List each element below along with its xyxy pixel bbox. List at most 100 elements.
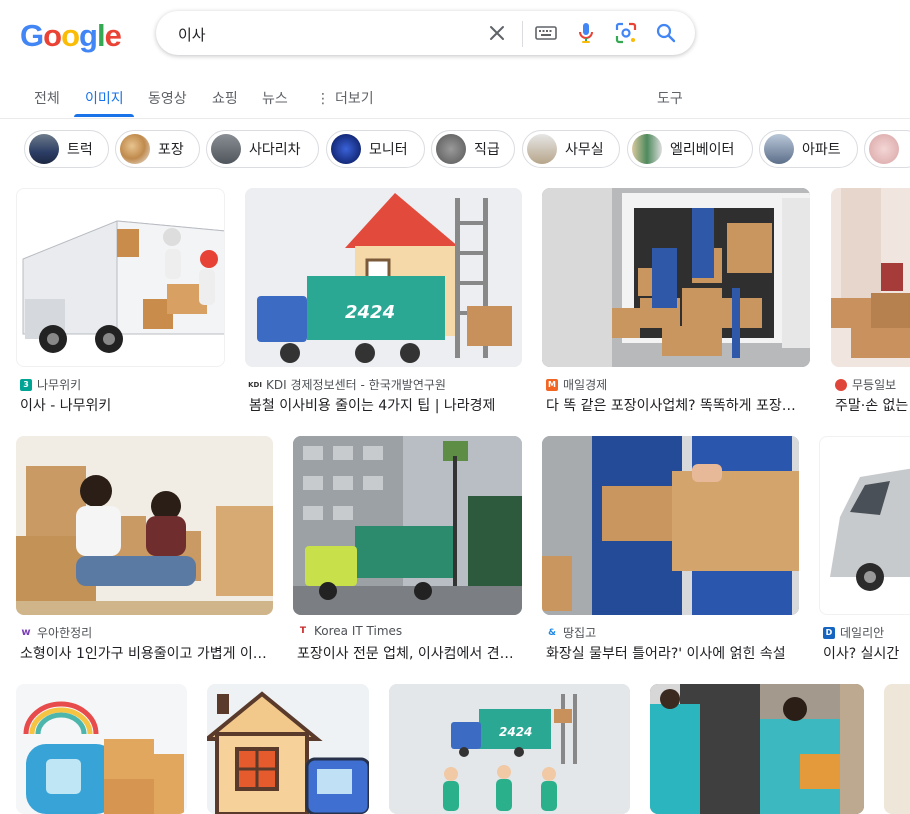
result-source-label: 무등일보 bbox=[852, 378, 897, 392]
chip-rank[interactable]: 직급 bbox=[431, 130, 515, 168]
chip-label: 엘리베이터 bbox=[670, 142, 735, 158]
more-vert-icon: ⋮ bbox=[316, 91, 330, 107]
chip-office[interactable]: 사무실 bbox=[522, 130, 620, 168]
dailian-favicon: D bbox=[823, 626, 835, 639]
image-result[interactable] bbox=[207, 684, 369, 814]
chip-thumbnail bbox=[211, 134, 241, 164]
truck-number: 2424 bbox=[345, 302, 395, 323]
result-title[interactable]: 소형이사 1인가구 비용줄이고 가볍게 이사하기 bbox=[20, 643, 272, 663]
tab-images[interactable]: 이미지 bbox=[85, 88, 124, 108]
image-result[interactable]: 3 나무위키 이사 - 나무위키 bbox=[16, 188, 225, 418]
chip-thumbnail bbox=[120, 134, 150, 164]
tab-shopping[interactable]: 쇼핑 bbox=[212, 88, 238, 108]
chip-thumbnail bbox=[436, 134, 466, 164]
result-thumbnail bbox=[16, 684, 187, 814]
result-title[interactable]: 포장이사 전문 업체, 이사컴에서 견적 비교 bbox=[297, 643, 522, 663]
result-title[interactable]: 다 똑 같은 포장이사업체? 똑똑하게 포장이사 bbox=[546, 395, 806, 415]
image-result[interactable]: w 우아한정리 소형이사 1인가구 비용줄이고 가볍게 이사하기 bbox=[16, 436, 273, 666]
result-thumbnail bbox=[207, 684, 369, 814]
keyboard-icon[interactable] bbox=[534, 21, 558, 45]
chip-label: 트럭 bbox=[67, 142, 93, 158]
image-result[interactable]: 2424 bbox=[389, 684, 630, 814]
image-result[interactable] bbox=[650, 684, 864, 814]
result-source: KDI KDI 경제정보센터 - 한국개발연구원 bbox=[248, 376, 446, 393]
result-title[interactable]: 이사 - 나무위키 bbox=[20, 395, 225, 415]
result-thumbnail bbox=[542, 188, 810, 367]
result-thumbnail bbox=[650, 684, 864, 814]
tab-more[interactable]: ⋮ 더보기 bbox=[316, 88, 374, 108]
logo-letter: G bbox=[20, 18, 44, 53]
tab-all[interactable]: 전체 bbox=[34, 88, 60, 108]
google-logo[interactable]: Google bbox=[20, 16, 122, 56]
image-result[interactable] bbox=[884, 684, 910, 814]
tools-button[interactable]: 도구 bbox=[657, 88, 683, 108]
result-source-label: 땅집고 bbox=[563, 626, 597, 640]
tab-videos[interactable]: 동영상 bbox=[148, 88, 187, 108]
result-title[interactable]: 주말·손 없는 bbox=[835, 395, 910, 415]
chip-ladder-truck[interactable]: 사다리차 bbox=[206, 130, 319, 168]
result-thumbnail bbox=[16, 436, 273, 615]
filter-chips: 트럭 포장 사다리차 모니터 직급 사무실 엘리베이터 아파트 bbox=[0, 130, 910, 170]
truck-number: 2424 bbox=[499, 725, 532, 739]
result-source-label: 나무위키 bbox=[37, 378, 82, 392]
koreait-favicon: T bbox=[297, 625, 309, 637]
search-tabs: 전체 이미지 동영상 쇼핑 뉴스 ⋮ 더보기 도구 bbox=[0, 80, 910, 119]
result-source: D 데일리안 bbox=[823, 624, 884, 641]
result-thumbnail: 2424 bbox=[245, 188, 522, 367]
result-thumbnail bbox=[819, 436, 910, 615]
image-result[interactable]: T Korea IT Times 포장이사 전문 업체, 이사컴에서 견적 비교 bbox=[293, 436, 522, 666]
chip-next[interactable] bbox=[864, 130, 910, 168]
image-result[interactable]: & 땅집고 화장실 물부터 틀어라?' 이사에 얽힌 속설 bbox=[542, 436, 799, 666]
chip-packing[interactable]: 포장 bbox=[115, 130, 200, 168]
mk-favicon: M bbox=[546, 378, 558, 391]
lens-icon[interactable] bbox=[614, 21, 638, 45]
logo-letter: o bbox=[61, 18, 80, 53]
search-box bbox=[156, 11, 695, 55]
result-title[interactable]: 이사? 실시간 bbox=[823, 643, 910, 663]
result-source-label: 데일리안 bbox=[840, 626, 885, 640]
image-result[interactable]: D 데일리안 이사? 실시간 bbox=[819, 436, 910, 666]
logo-letter: o bbox=[43, 18, 62, 53]
result-thumbnail: 2424 bbox=[389, 684, 630, 814]
result-source: w 우아한정리 bbox=[20, 624, 92, 641]
chip-apartment[interactable]: 아파트 bbox=[759, 130, 858, 168]
result-title[interactable]: 봄철 이사비용 줄이는 4가지 팁 | 나라경제 bbox=[249, 395, 517, 415]
logo-letter: l bbox=[96, 18, 106, 53]
chip-thumbnail bbox=[331, 134, 361, 164]
result-thumbnail bbox=[831, 188, 910, 367]
search-icon[interactable] bbox=[654, 21, 678, 45]
chip-thumbnail bbox=[527, 134, 557, 164]
chip-monitor[interactable]: 모니터 bbox=[326, 130, 425, 168]
image-result[interactable] bbox=[16, 684, 187, 814]
image-result[interactable]: 무등일보 주말·손 없는 bbox=[831, 188, 910, 418]
kdi-favicon: KDI bbox=[248, 378, 262, 391]
result-source: 무등일보 bbox=[835, 376, 896, 393]
result-thumbnail bbox=[542, 436, 799, 615]
search-divider bbox=[522, 21, 523, 47]
chip-thumbnail bbox=[869, 134, 899, 164]
chip-label: 모니터 bbox=[369, 142, 408, 158]
image-result[interactable]: M 매일경제 다 똑 같은 포장이사업체? 똑똑하게 포장이사 bbox=[542, 188, 810, 418]
close-icon[interactable] bbox=[485, 21, 509, 45]
wooah-favicon: w bbox=[20, 626, 32, 639]
logo-letter: e bbox=[104, 18, 122, 53]
tab-more-label: 더보기 bbox=[335, 91, 374, 107]
active-tab-indicator bbox=[74, 114, 134, 117]
result-source-label: Korea IT Times bbox=[314, 624, 403, 638]
result-source-label: 우아한정리 bbox=[37, 626, 93, 640]
result-source: & 땅집고 bbox=[546, 624, 596, 641]
chip-thumbnail bbox=[764, 134, 794, 164]
chip-truck[interactable]: 트럭 bbox=[24, 130, 109, 168]
chip-elevator[interactable]: 엘리베이터 bbox=[627, 130, 753, 168]
chip-thumbnail bbox=[29, 134, 59, 164]
result-title[interactable]: 화장실 물부터 틀어라?' 이사에 얽힌 속설 bbox=[546, 643, 798, 663]
result-source: 3 나무위키 bbox=[20, 376, 81, 393]
chip-label: 포장 bbox=[158, 142, 184, 158]
image-result[interactable]: 2424 KDI KDI 경제정보센터 - 한국개발연구원 봄철 이사비용 줄이는… bbox=[245, 188, 522, 418]
chip-label: 아파트 bbox=[802, 142, 841, 158]
tab-news[interactable]: 뉴스 bbox=[262, 88, 288, 108]
microphone-icon[interactable] bbox=[574, 21, 598, 45]
ddangzip-favicon: & bbox=[546, 626, 558, 639]
result-source-label: 매일경제 bbox=[563, 378, 608, 392]
search-input[interactable] bbox=[176, 21, 470, 47]
